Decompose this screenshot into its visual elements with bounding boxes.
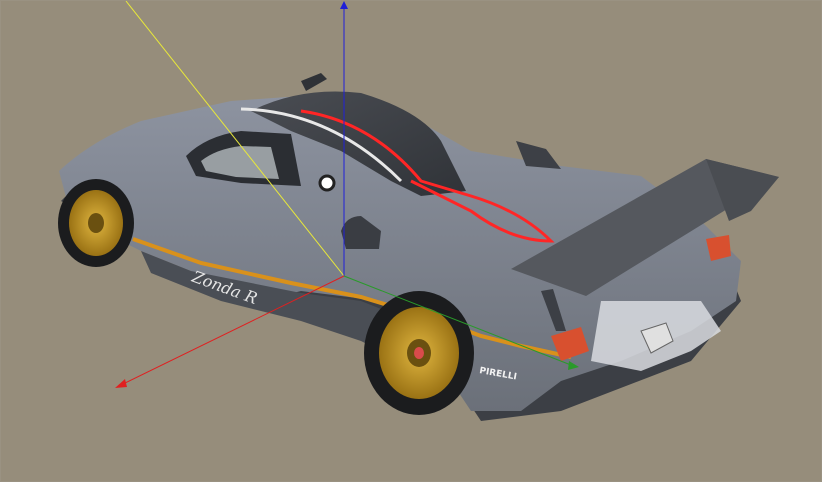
x-axis-arrow (115, 379, 127, 388)
side-mirror-stalk (301, 73, 327, 91)
scene-canvas[interactable]: Zonda R PIRELLI (1, 1, 821, 481)
car-model[interactable]: Zonda R PIRELLI (58, 73, 779, 421)
front-wheel (58, 179, 134, 267)
z-axis-arrow (340, 1, 348, 9)
rear-wheel (364, 291, 474, 415)
fuel-cap (318, 174, 336, 192)
3d-viewport[interactable]: Zonda R PIRELLI (0, 0, 822, 482)
